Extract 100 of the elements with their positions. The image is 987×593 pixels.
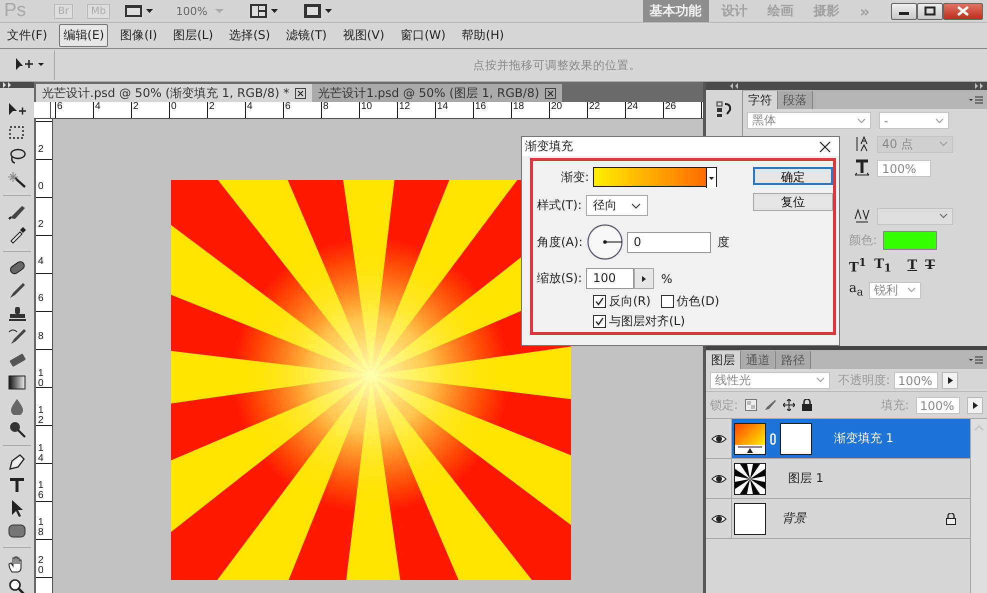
- expand-icon[interactable]: [3, 82, 13, 88]
- document-tab-label: 光芒设计.psd @ 50% (渐变填充 1, RGB/8) *: [42, 84, 290, 102]
- document-tab[interactable]: 光芒设计.psd @ 50% (渐变填充 1, RGB/8) *: [36, 84, 312, 102]
- menu-item[interactable]: 帮助(H): [458, 24, 508, 47]
- checkbox[interactable]: [593, 295, 606, 308]
- chevron-down-icon: [939, 213, 948, 219]
- panel-menu-icon[interactable]: [969, 94, 983, 104]
- ruler-number: 12: [399, 102, 412, 114]
- horizontal-scale-field[interactable]: 100%: [877, 160, 931, 176]
- scrollbar[interactable]: [971, 419, 987, 593]
- chevron-down-icon: [935, 118, 944, 124]
- ruler-number: 26: [665, 102, 678, 114]
- magic-wand-icon[interactable]: [7, 170, 27, 188]
- restore-button[interactable]: [917, 2, 943, 20]
- menu-item[interactable]: 图像(I): [116, 24, 162, 47]
- font-family-dropdown[interactable]: 黑体: [747, 112, 871, 129]
- close-icon[interactable]: [295, 88, 306, 98]
- menu-item[interactable]: 视图(V): [338, 24, 388, 47]
- history-icon[interactable]: [715, 100, 733, 118]
- gradient-picker[interactable]: [593, 167, 717, 187]
- ruler-number: 10: [361, 102, 374, 114]
- zoom-icon[interactable]: [7, 578, 27, 593]
- dialog-button[interactable]: 复位: [753, 193, 833, 211]
- triangle-right-icon: [642, 276, 646, 282]
- menu-item[interactable]: 图层(L): [169, 24, 218, 47]
- close-button[interactable]: [943, 2, 983, 20]
- ruler-number: 14: [437, 102, 450, 114]
- eye-icon[interactable]: [710, 432, 726, 444]
- tracking-dropdown[interactable]: [877, 208, 953, 224]
- eye-icon[interactable]: [710, 512, 726, 524]
- stamp-icon[interactable]: [7, 305, 27, 323]
- type-tool-icon[interactable]: [7, 476, 27, 494]
- text-style-button[interactable]: T$^{1}$: [849, 256, 866, 276]
- pen-tool-icon[interactable]: [7, 453, 27, 471]
- menu-item[interactable]: 文件(F): [3, 24, 52, 47]
- collapse-icon[interactable]: [730, 83, 738, 89]
- font-style-dropdown[interactable]: -: [879, 112, 949, 129]
- film-strip-icon[interactable]: [124, 3, 154, 19]
- checkbox-option[interactable]: 反向(R): [593, 293, 651, 310]
- horizontal-scale-icon: [853, 159, 871, 177]
- scale-slider-button[interactable]: [634, 268, 654, 289]
- layer-row[interactable]: 背景: [706, 499, 970, 539]
- ruler-number: 4: [95, 102, 102, 114]
- chevron-down-icon: [939, 141, 948, 147]
- dodge-tool-icon[interactable]: [7, 420, 27, 438]
- minimize-button[interactable]: [891, 2, 917, 20]
- checkbox[interactable]: [593, 315, 606, 328]
- panel-menu-icon[interactable]: [969, 354, 983, 364]
- panel-tab[interactable]: 字符: [743, 91, 778, 109]
- dialog-button[interactable]: 确定: [753, 167, 833, 185]
- ruler-number: 8: [323, 102, 330, 114]
- menu-item[interactable]: 滤镜(T): [282, 24, 331, 47]
- document-tab[interactable]: 光芒设计1.psd @ 50% (图层 1, RGB/8): [312, 84, 562, 102]
- chevron-down-icon: [857, 118, 866, 124]
- angle-field[interactable]: 0: [626, 232, 711, 252]
- triangle-right-icon: [972, 402, 978, 408]
- tracking-icon: [853, 207, 871, 225]
- angle-unit: 度: [718, 234, 730, 250]
- fill-field[interactable]: 100%: [916, 396, 960, 414]
- eye-icon[interactable]: [710, 472, 726, 484]
- menu-item[interactable]: 窗口(W): [396, 24, 450, 47]
- layer-name: 图层 1: [788, 470, 824, 487]
- panel-tab[interactable]: 图层: [706, 351, 741, 369]
- crop-tool-icon[interactable]: [7, 203, 27, 221]
- style-dropdown[interactable]: 径向: [586, 195, 648, 216]
- menu-item[interactable]: 选择(S): [225, 24, 274, 47]
- ruler-number: 24: [627, 102, 640, 114]
- rounded-rectangle-icon[interactable]: [7, 522, 27, 540]
- close-icon[interactable]: [819, 140, 831, 152]
- angle-dial[interactable]: [586, 224, 623, 260]
- ruler-number: 22: [589, 102, 602, 114]
- opacity-slider-button[interactable]: [942, 372, 958, 388]
- lock-icon[interactable]: [802, 399, 812, 411]
- brush-icon[interactable]: [764, 399, 776, 411]
- blend-mode-dropdown[interactable]: 线性光: [710, 372, 830, 388]
- zoom-level[interactable]: 100%: [176, 4, 208, 18]
- close-icon[interactable]: [545, 88, 556, 98]
- lock-transparency-icon[interactable]: [745, 399, 758, 411]
- ruler-number: 4: [247, 102, 254, 114]
- history-brush-icon[interactable]: [7, 328, 27, 346]
- antialias-icon: a$_{a}$: [849, 281, 864, 299]
- brush-icon[interactable]: [7, 282, 27, 300]
- scale-field[interactable]: 100: [586, 268, 634, 289]
- move-tool-icon[interactable]: [14, 57, 46, 73]
- text-style-button[interactable]: T$_{1}$: [874, 256, 892, 274]
- text-style-button[interactable]: T: [907, 258, 918, 274]
- opacity-field[interactable]: 100%: [894, 372, 938, 388]
- fill-slider-button[interactable]: [967, 396, 983, 414]
- antialias-dropdown[interactable]: 锐利: [869, 282, 922, 299]
- menu-item[interactable]: 编辑(E): [59, 24, 108, 47]
- color-swatch[interactable]: [883, 231, 938, 250]
- dialog-title: 渐变填充: [525, 138, 573, 155]
- move-icon[interactable]: [783, 399, 796, 411]
- ruler-number: 20: [551, 102, 564, 114]
- checkbox[interactable]: [660, 295, 674, 308]
- gradient-tool-icon[interactable]: [7, 374, 27, 392]
- checkbox-option[interactable]: 与图层对齐(L): [593, 313, 749, 330]
- ruler-number: 2: [37, 145, 45, 157]
- checkbox-option[interactable]: 仿色(D): [660, 293, 720, 310]
- text-style-button[interactable]: T: [925, 258, 935, 274]
